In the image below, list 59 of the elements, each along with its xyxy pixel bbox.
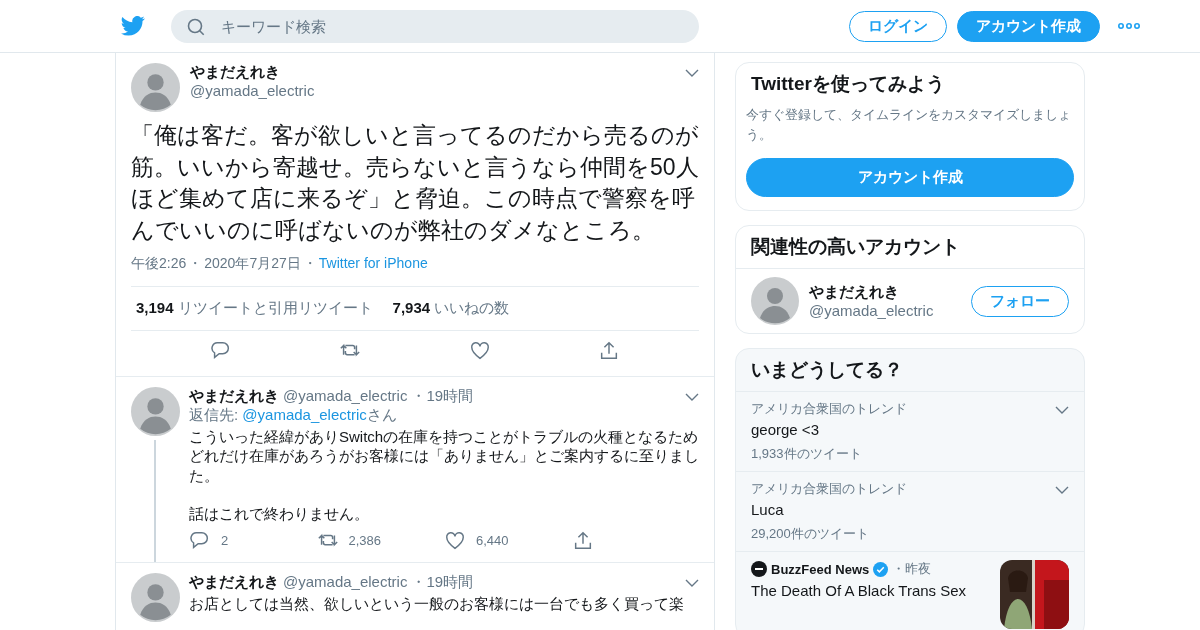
tweet-text: お店としては当然、欲しいという一般のお客様には一台でも多く買って楽 — [189, 593, 685, 614]
news-headline[interactable]: The Death Of A Black Trans Sex — [751, 582, 990, 599]
signup-button[interactable]: アカウント作成 — [957, 10, 1100, 42]
author-name[interactable]: やまだえれき — [189, 386, 279, 406]
heart-icon[interactable] — [444, 529, 466, 552]
chevron-down-icon[interactable] — [685, 392, 699, 401]
bird-logo-icon[interactable] — [121, 16, 145, 36]
chevron-down-icon[interactable] — [1055, 486, 1069, 494]
more-icon[interactable] — [1118, 23, 1140, 29]
tweet-text: 話はこれで終わりません。 — [189, 504, 370, 524]
card-title: Twitterを使ってみよう — [750, 72, 946, 96]
trend-context: アメリカ合衆国のトレンド — [751, 400, 908, 418]
action-count: 2,386 — [348, 533, 382, 549]
chevron-down-icon[interactable] — [685, 578, 699, 587]
heart-icon[interactable] — [468, 339, 491, 362]
tweet-time[interactable]: 午後2:26 — [131, 254, 187, 273]
tweet-count: 1,933件のツイート — [751, 445, 863, 463]
tweet-age[interactable]: ・19時間 — [411, 386, 474, 406]
author-handle[interactable]: @yamada_electric — [283, 572, 408, 590]
reply-to-text: 返信先: @yamada_electricさん — [189, 405, 398, 425]
login-button[interactable]: ログイン — [849, 10, 947, 42]
tweet-age[interactable]: ・19時間 — [411, 572, 474, 592]
tweet-date[interactable]: 2020年7月27日 — [204, 254, 301, 273]
separator-dot: ・ — [302, 254, 317, 273]
author-name[interactable]: やまだえれき — [190, 63, 675, 82]
card-title: 関連性の高いアカウント — [750, 235, 961, 259]
author-name[interactable]: やまだえれき — [189, 572, 279, 592]
chevron-down-icon[interactable] — [685, 69, 699, 77]
account-name[interactable]: やまだえれき — [809, 283, 961, 302]
trend-topic[interactable]: george <3 — [751, 421, 1055, 438]
mention-link[interactable]: @yamada_electric — [242, 405, 367, 423]
trend-topic[interactable]: Luca — [751, 501, 1055, 518]
stat-link[interactable]: 7,934 いいねの数 — [392, 298, 510, 318]
card-title: いまどうしてる？ — [750, 358, 904, 382]
source-link[interactable]: Twitter for iPhone — [318, 254, 428, 273]
source-logo-icon — [751, 561, 767, 577]
news-source[interactable]: BuzzFeed News — [771, 561, 870, 577]
action-count: 2 — [221, 533, 229, 549]
action-count: 6,440 — [476, 533, 509, 549]
avatar[interactable] — [131, 63, 180, 112]
search-field[interactable]: キーワード検索 — [171, 9, 699, 43]
tweet-text: こういった経緯がありSwitchの在庫を持つことがトラブルの火種となるためどれだけ在庫があろうがお客様には「ありません」とご案内するに至りました。 — [189, 426, 699, 486]
follow-button[interactable]: フォロー — [971, 285, 1069, 317]
signup-text: 今すぐ登録して、タイムラインをカスタマイズしましょう。 — [745, 106, 1072, 144]
chevron-down-icon[interactable] — [1055, 406, 1069, 414]
signup-button[interactable]: アカウント作成 — [746, 158, 1074, 197]
tweet-text: 「俺は客だ。客が欲しいと言ってるのだから売るのが筋。いいから寄越せ。売らないと言うなら仲間を50人ほど集めて店に来るぞ」と脅迫。この時点で警察を呼んでいいのに呼ばないのが弊社のダメなところ。 — [131, 121, 699, 246]
separator-dot: ・ — [188, 254, 203, 273]
avatar[interactable] — [130, 386, 180, 436]
account-handle[interactable]: @yamada_electric — [809, 302, 961, 319]
avatar[interactable] — [130, 572, 180, 622]
avatar[interactable] — [751, 277, 799, 325]
news-age: ・昨夜 — [892, 560, 932, 578]
author-handle[interactable]: @yamada_electric — [283, 386, 408, 404]
search-icon — [187, 17, 205, 36]
trend-context: アメリカ合衆国のトレンド — [751, 480, 908, 498]
author-handle[interactable]: @yamada_electric — [190, 82, 675, 99]
stat-link[interactable]: 3,194 リツイートと引用リツイート — [136, 298, 373, 318]
tweet-count: 29,200件のツイート — [751, 525, 870, 543]
